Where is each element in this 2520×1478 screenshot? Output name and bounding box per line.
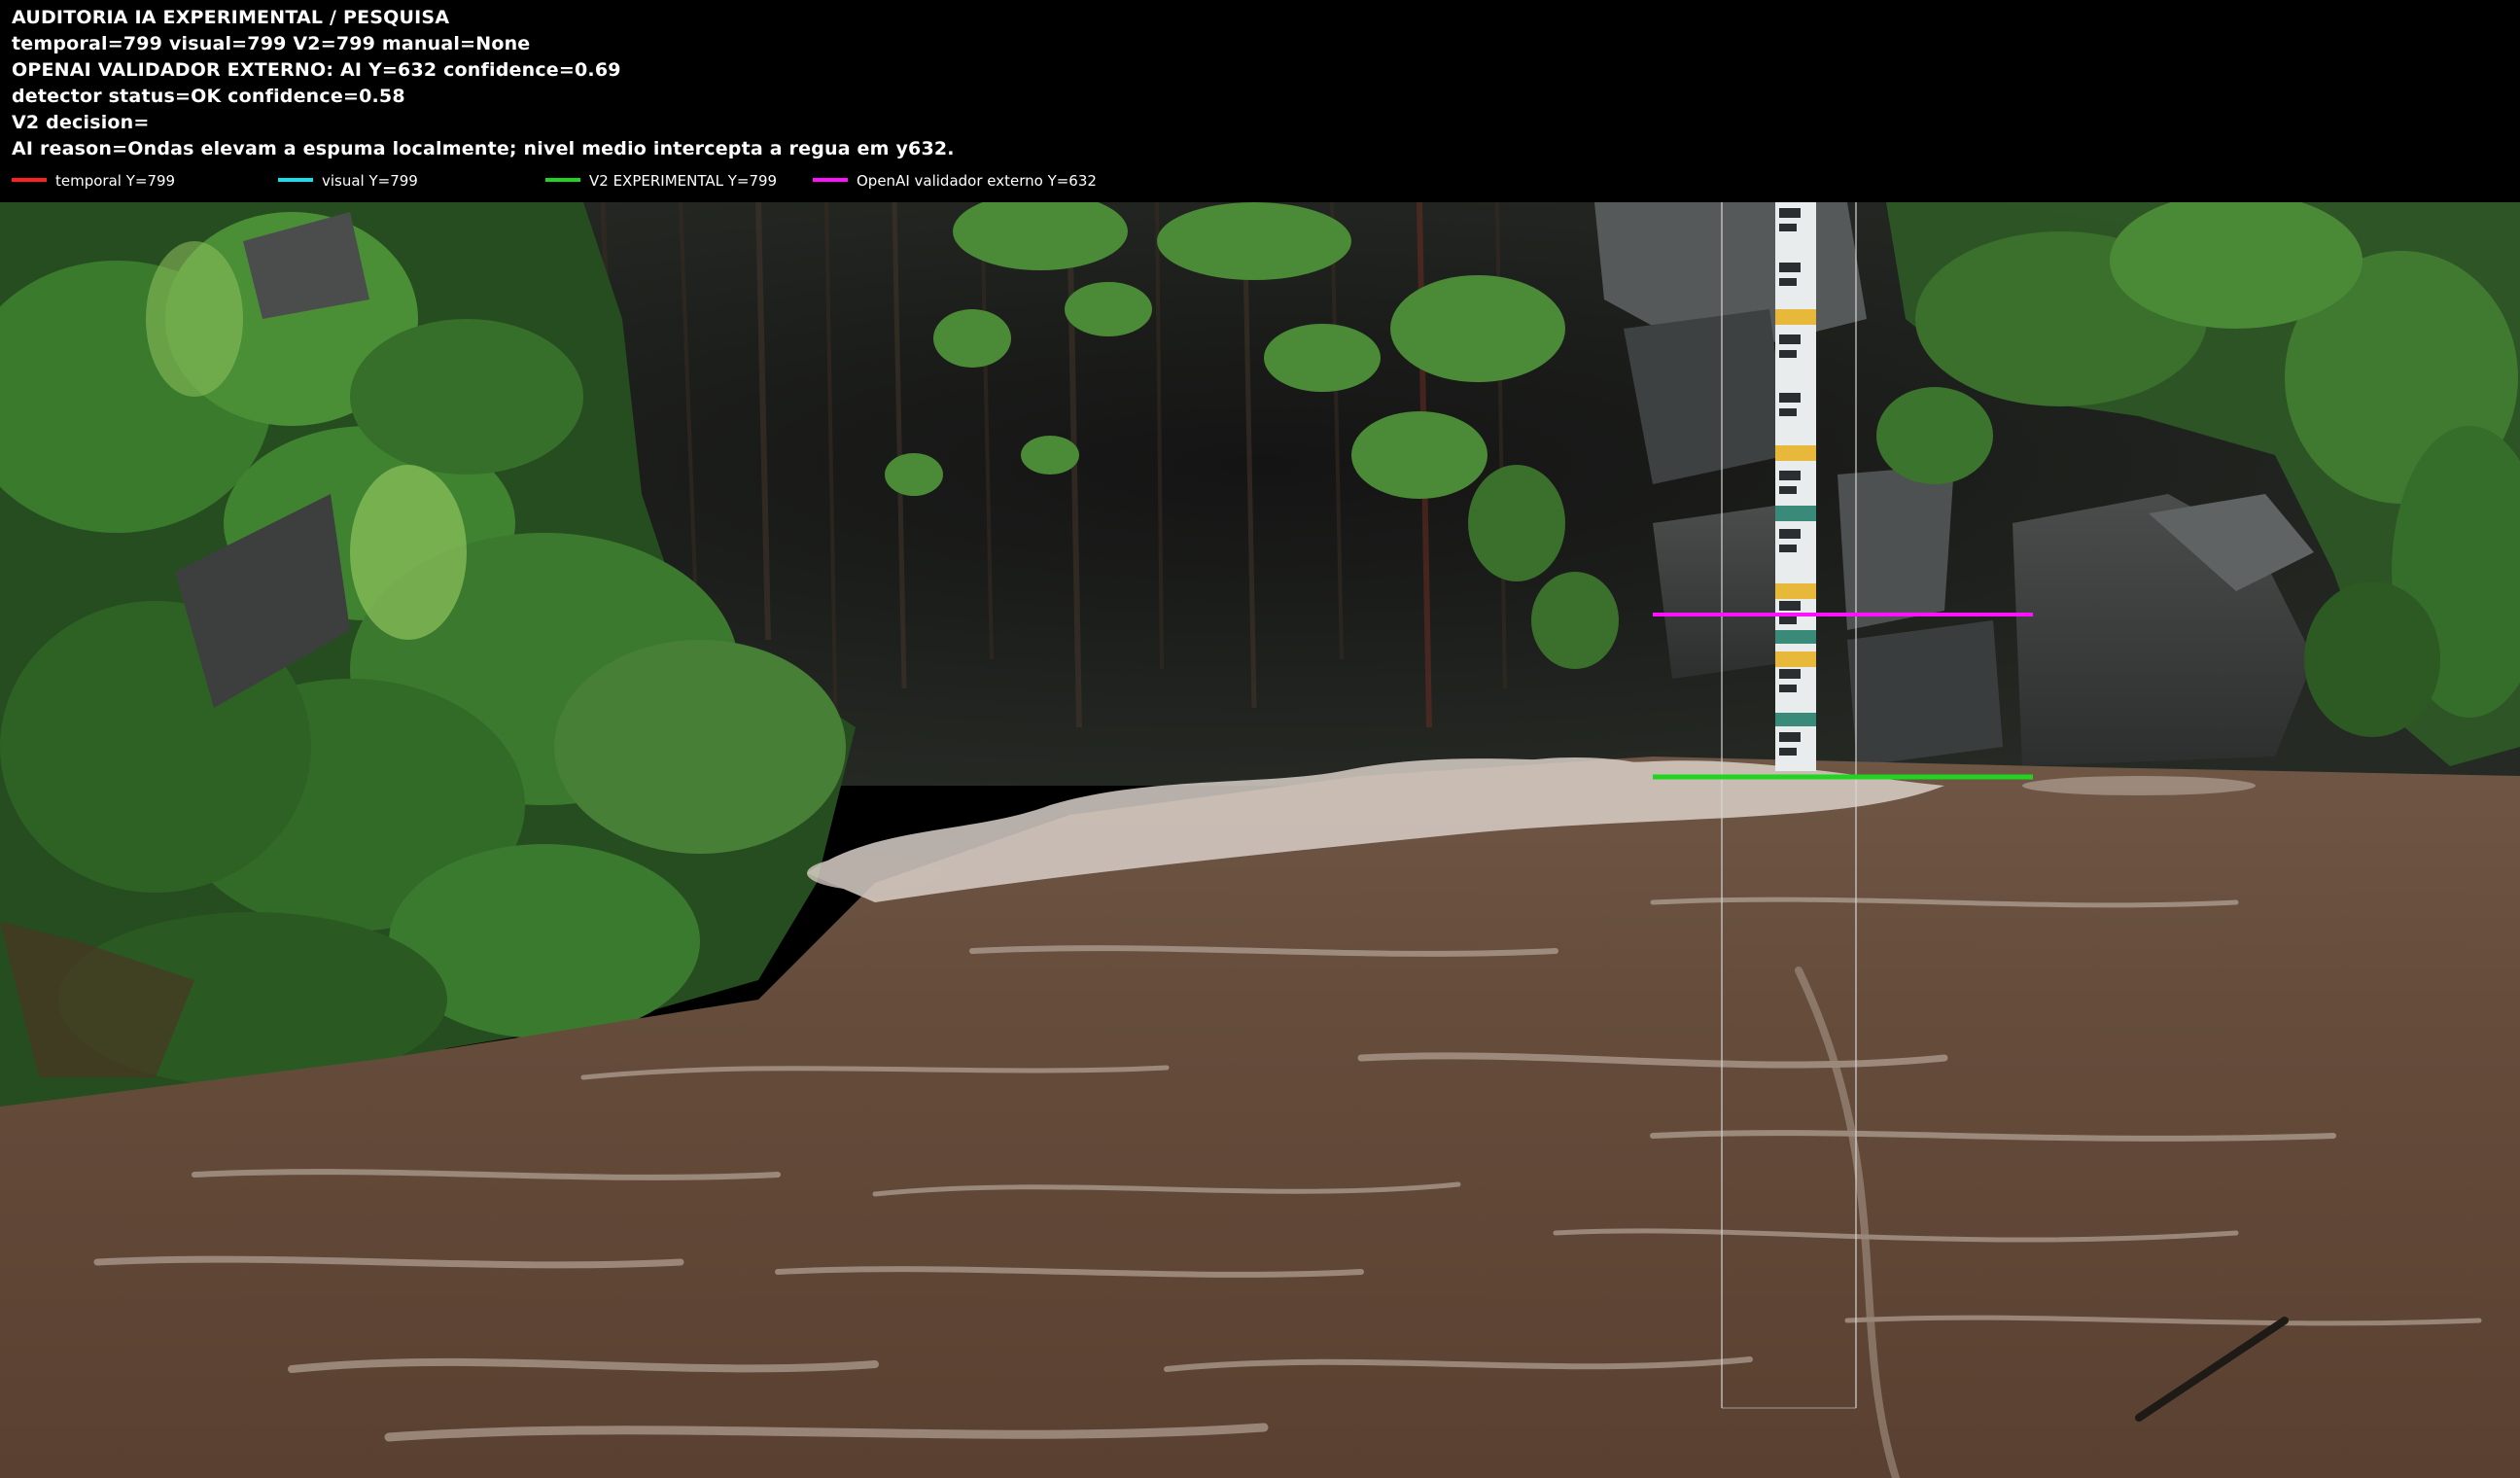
legend-label-v2: V2 EXPERIMENTAL Y=799 [589, 172, 778, 190]
legend-swatch-visual [278, 177, 313, 182]
staff-gauge-ruler-icon [1775, 202, 1816, 771]
legend-swatch-v2 [545, 177, 580, 182]
legend-item-temporal: temporal Y=799 [12, 171, 175, 191]
legend-swatch-openai [813, 177, 848, 182]
legend-item-visual: visual Y=799 [278, 171, 418, 191]
legend-item-openai-validator: OpenAI validador externo Y=632 [813, 171, 1097, 191]
frame-viewer: AUDITORIA IA EXPERIMENTAL / PESQUISA tem… [0, 0, 2520, 1478]
audit-title: AUDITORIA IA EXPERIMENTAL / PESQUISA [12, 7, 450, 28]
legend-label-visual: visual Y=799 [322, 172, 418, 190]
river-camera-frame [0, 202, 2520, 1478]
detector-status-readout: detector status=OK confidence=0.58 [12, 86, 405, 107]
v2-decision-readout: V2 decision= [12, 112, 150, 133]
detector-values-readout: temporal=799 visual=799 V2=799 manual=No… [12, 33, 531, 54]
legend-label-openai: OpenAI validador externo Y=632 [857, 172, 1097, 190]
river-scene-image [0, 202, 2520, 1478]
openai-validator-readout: OPENAI VALIDADOR EXTERNO: AI Y=632 confi… [12, 59, 621, 81]
ai-reason-readout: AI reason=Ondas elevam a espuma localmen… [12, 138, 955, 159]
legend-label-temporal: temporal Y=799 [55, 172, 176, 190]
audit-header-overlay: AUDITORIA IA EXPERIMENTAL / PESQUISA tem… [0, 0, 2520, 202]
legend-item-v2-experimental: V2 EXPERIMENTAL Y=799 [545, 171, 777, 191]
legend-swatch-temporal [12, 177, 47, 182]
